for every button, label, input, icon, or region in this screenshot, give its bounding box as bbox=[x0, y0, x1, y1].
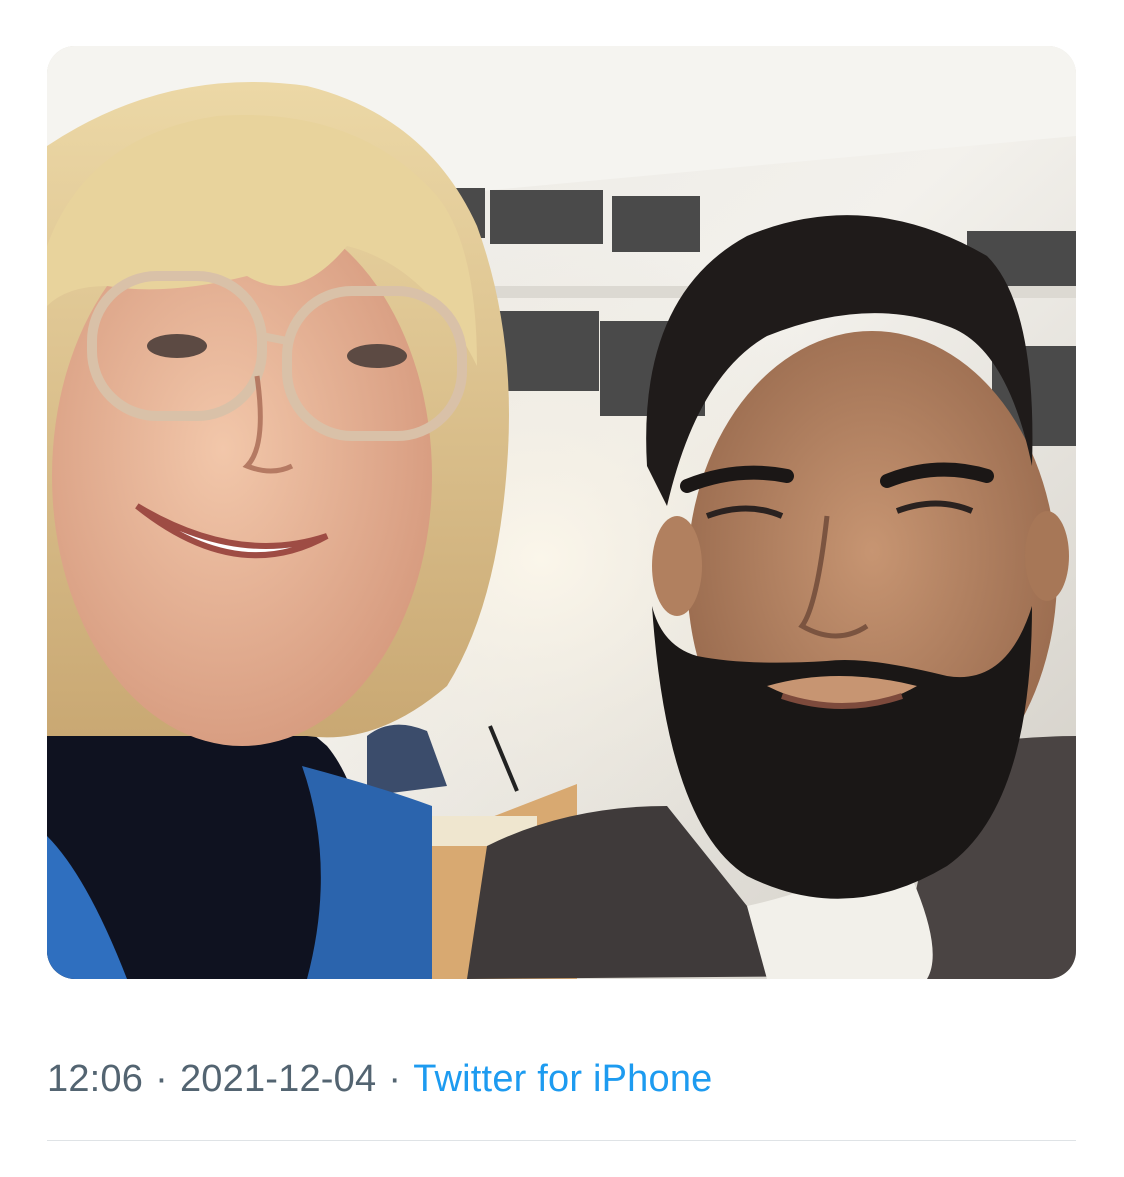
tweet-source-link[interactable]: Twitter for iPhone bbox=[413, 1058, 712, 1101]
meta-separator: · bbox=[388, 1057, 402, 1100]
tweet-date[interactable]: 2021-12-04 bbox=[180, 1058, 376, 1101]
tweet-time[interactable]: 12:06 bbox=[47, 1058, 143, 1101]
divider bbox=[47, 1140, 1076, 1141]
tweet-meta: 12:06 · 2021-12-04 · Twitter for iPhone bbox=[47, 1053, 713, 1105]
tweet-photo[interactable] bbox=[47, 46, 1076, 979]
selfie-photo-illustration bbox=[47, 46, 1076, 979]
meta-separator: · bbox=[155, 1057, 168, 1100]
